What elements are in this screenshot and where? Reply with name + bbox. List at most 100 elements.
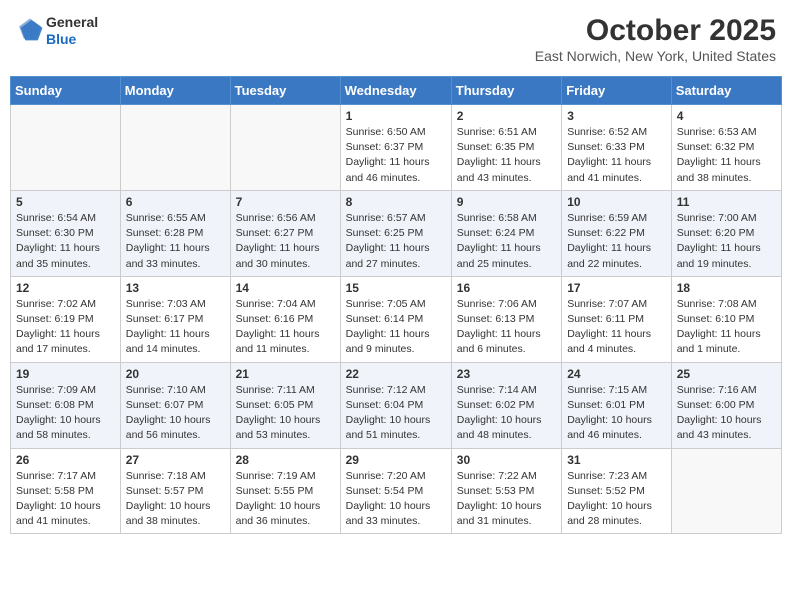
calendar-cell: 6 Sunrise: 6:55 AM Sunset: 6:28 PM Daylig… [120,190,230,276]
day-number: 19 [16,367,115,381]
calendar-cell [120,105,230,191]
calendar-week-5: 26Sunrise: 7:17 AM Sunset: 5:58 PM Dayli… [11,448,782,534]
calendar-cell [230,105,340,191]
page-header: General Blue October 2025 East Norwich, … [10,10,782,68]
day-info: Sunrise: 7:08 AM Sunset: 6:10 PM Dayligh… [677,297,776,358]
day-number: 24 [567,367,666,381]
day-number: 31 [567,453,666,467]
day-number: 22 [346,367,446,381]
weekday-header-saturday: Saturday [671,77,781,105]
calendar-cell: 12 Sunrise: 7:02 AM Sunset: 6:19 PM Dayli… [11,276,121,362]
day-number: 28 [236,453,335,467]
day-info: Sunrise: 7:14 AM Sunset: 6:02 PM Dayligh… [457,383,556,444]
logo-general: General [46,14,98,31]
weekday-header-friday: Friday [562,77,672,105]
day-number: 14 [236,281,335,295]
day-info: Sunrise: 7:02 AM Sunset: 6:19 PM Dayligh… [16,297,115,358]
day-info: Sunrise: 6:55 AM Sunset: 6:28 PM Dayligh… [126,211,225,272]
calendar-cell: 13Sunrise: 7:03 AM Sunset: 6:17 PM Dayli… [120,276,230,362]
day-number: 8 [346,195,446,209]
day-number: 4 [677,109,776,123]
day-info: Sunrise: 7:12 AM Sunset: 6:04 PM Dayligh… [346,383,446,444]
day-info: Sunrise: 7:15 AM Sunset: 6:01 PM Dayligh… [567,383,666,444]
day-info: Sunrise: 6:52 AM Sunset: 6:33 PM Dayligh… [567,125,666,186]
day-info: Sunrise: 7:20 AM Sunset: 5:54 PM Dayligh… [346,469,446,530]
logo-text: General Blue [46,14,98,48]
day-number: 26 [16,453,115,467]
weekday-header-wednesday: Wednesday [340,77,451,105]
calendar-cell: 20 Sunrise: 7:10 AM Sunset: 6:07 PM Dayli… [120,362,230,448]
calendar-cell: 16Sunrise: 7:06 AM Sunset: 6:13 PM Dayli… [451,276,561,362]
day-number: 25 [677,367,776,381]
calendar-cell: 7 Sunrise: 6:56 AM Sunset: 6:27 PM Daylig… [230,190,340,276]
day-number: 5 [16,195,115,209]
day-number: 6 [126,195,225,209]
calendar-cell: 5 Sunrise: 6:54 AM Sunset: 6:30 PM Daylig… [11,190,121,276]
day-info: Sunrise: 7:23 AM Sunset: 5:52 PM Dayligh… [567,469,666,530]
day-number: 15 [346,281,446,295]
day-info: Sunrise: 7:22 AM Sunset: 5:53 PM Dayligh… [457,469,556,530]
calendar-cell: 17 Sunrise: 7:07 AM Sunset: 6:11 PM Dayli… [562,276,672,362]
calendar-week-4: 19Sunrise: 7:09 AM Sunset: 6:08 PM Dayli… [11,362,782,448]
logo-icon [16,17,44,45]
day-number: 10 [567,195,666,209]
weekday-header-sunday: Sunday [11,77,121,105]
day-info: Sunrise: 7:10 AM Sunset: 6:07 PM Dayligh… [126,383,225,444]
calendar-cell: 1Sunrise: 6:50 AM Sunset: 6:37 PM Daylig… [340,105,451,191]
calendar-cell: 23 Sunrise: 7:14 AM Sunset: 6:02 PM Dayli… [451,362,561,448]
calendar-cell: 14 Sunrise: 7:04 AM Sunset: 6:16 PM Dayli… [230,276,340,362]
day-number: 9 [457,195,556,209]
day-number: 17 [567,281,666,295]
location: East Norwich, New York, United States [535,48,776,64]
calendar-cell: 22 Sunrise: 7:12 AM Sunset: 6:04 PM Dayli… [340,362,451,448]
day-info: Sunrise: 6:54 AM Sunset: 6:30 PM Dayligh… [16,211,115,272]
calendar-week-1: 1Sunrise: 6:50 AM Sunset: 6:37 PM Daylig… [11,105,782,191]
day-number: 21 [236,367,335,381]
day-info: Sunrise: 6:57 AM Sunset: 6:25 PM Dayligh… [346,211,446,272]
day-info: Sunrise: 7:16 AM Sunset: 6:00 PM Dayligh… [677,383,776,444]
day-info: Sunrise: 6:59 AM Sunset: 6:22 PM Dayligh… [567,211,666,272]
day-info: Sunrise: 7:07 AM Sunset: 6:11 PM Dayligh… [567,297,666,358]
calendar-cell: 31 Sunrise: 7:23 AM Sunset: 5:52 PM Dayli… [562,448,672,534]
calendar-cell: 9 Sunrise: 6:58 AM Sunset: 6:24 PM Daylig… [451,190,561,276]
day-number: 29 [346,453,446,467]
calendar-table: SundayMondayTuesdayWednesdayThursdayFrid… [10,76,782,534]
calendar-cell: 25 Sunrise: 7:16 AM Sunset: 6:00 PM Dayli… [671,362,781,448]
calendar-cell: 4 Sunrise: 6:53 AM Sunset: 6:32 PM Daylig… [671,105,781,191]
calendar-cell: 30Sunrise: 7:22 AM Sunset: 5:53 PM Dayli… [451,448,561,534]
calendar-cell [671,448,781,534]
day-info: Sunrise: 6:50 AM Sunset: 6:37 PM Dayligh… [346,125,446,186]
day-number: 12 [16,281,115,295]
day-number: 11 [677,195,776,209]
calendar-cell: 15 Sunrise: 7:05 AM Sunset: 6:14 PM Dayli… [340,276,451,362]
day-info: Sunrise: 7:06 AM Sunset: 6:13 PM Dayligh… [457,297,556,358]
day-info: Sunrise: 6:53 AM Sunset: 6:32 PM Dayligh… [677,125,776,186]
logo-blue: Blue [46,31,98,48]
calendar-week-3: 12 Sunrise: 7:02 AM Sunset: 6:19 PM Dayli… [11,276,782,362]
calendar-cell: 3Sunrise: 6:52 AM Sunset: 6:33 PM Daylig… [562,105,672,191]
calendar-cell: 11Sunrise: 7:00 AM Sunset: 6:20 PM Dayli… [671,190,781,276]
day-info: Sunrise: 7:04 AM Sunset: 6:16 PM Dayligh… [236,297,335,358]
day-info: Sunrise: 6:56 AM Sunset: 6:27 PM Dayligh… [236,211,335,272]
calendar-cell: 18Sunrise: 7:08 AM Sunset: 6:10 PM Dayli… [671,276,781,362]
calendar-cell: 26Sunrise: 7:17 AM Sunset: 5:58 PM Dayli… [11,448,121,534]
calendar-cell: 21Sunrise: 7:11 AM Sunset: 6:05 PM Dayli… [230,362,340,448]
calendar-cell: 29 Sunrise: 7:20 AM Sunset: 5:54 PM Dayli… [340,448,451,534]
day-number: 27 [126,453,225,467]
weekday-header-thursday: Thursday [451,77,561,105]
day-info: Sunrise: 7:03 AM Sunset: 6:17 PM Dayligh… [126,297,225,358]
calendar-cell: 8 Sunrise: 6:57 AM Sunset: 6:25 PM Daylig… [340,190,451,276]
calendar-cell: 2Sunrise: 6:51 AM Sunset: 6:35 PM Daylig… [451,105,561,191]
calendar-cell: 19Sunrise: 7:09 AM Sunset: 6:08 PM Dayli… [11,362,121,448]
day-info: Sunrise: 7:18 AM Sunset: 5:57 PM Dayligh… [126,469,225,530]
day-number: 20 [126,367,225,381]
day-number: 2 [457,109,556,123]
day-info: Sunrise: 7:19 AM Sunset: 5:55 PM Dayligh… [236,469,335,530]
day-info: Sunrise: 6:58 AM Sunset: 6:24 PM Dayligh… [457,211,556,272]
day-info: Sunrise: 7:05 AM Sunset: 6:14 PM Dayligh… [346,297,446,358]
logo: General Blue [16,14,98,48]
calendar-cell: 24 Sunrise: 7:15 AM Sunset: 6:01 PM Dayli… [562,362,672,448]
month-title: October 2025 [535,14,776,48]
day-number: 7 [236,195,335,209]
day-number: 23 [457,367,556,381]
